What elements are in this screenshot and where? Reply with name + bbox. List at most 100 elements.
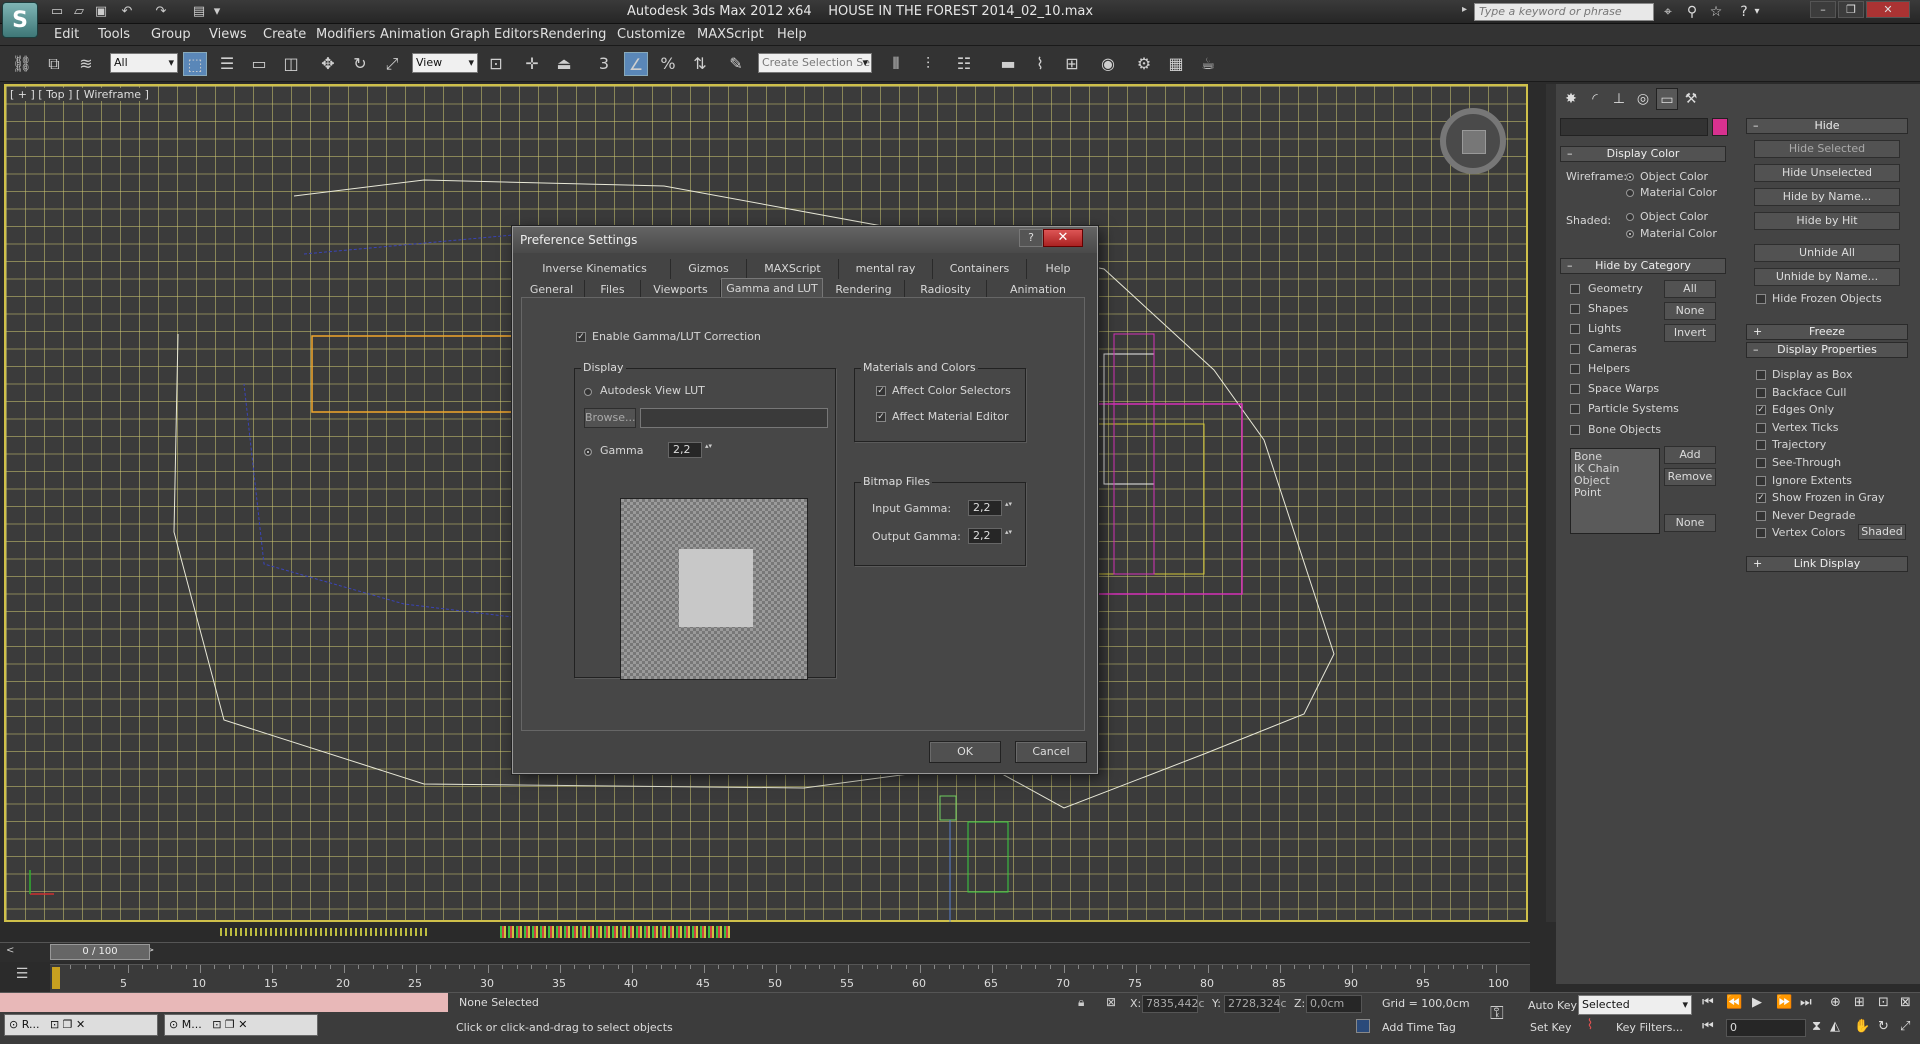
- ok-button[interactable]: OK: [929, 741, 1001, 763]
- dialog-close-button[interactable]: ✕: [1043, 229, 1083, 247]
- display-properties-rollout-header[interactable]: – Display Properties: [1746, 342, 1908, 358]
- key-mode-toggle-icon[interactable]: ⏮: [1702, 1019, 1714, 1034]
- render-setup-icon[interactable]: ⚙: [1132, 52, 1156, 76]
- schematic-view-icon[interactable]: ⊞: [1060, 52, 1084, 76]
- set-key-button[interactable]: Set Key: [1530, 1021, 1572, 1034]
- minimized-window-material[interactable]: ⊙ M... ⊡ ❐ ✕: [164, 1014, 318, 1036]
- spinner-snap-icon[interactable]: ⇅: [688, 52, 712, 76]
- modify-tab-icon[interactable]: ◜: [1584, 88, 1606, 110]
- menu-graph-editors[interactable]: Graph Editors: [450, 27, 539, 42]
- menu-animation[interactable]: Animation: [380, 27, 446, 42]
- previous-frame-icon[interactable]: ⏪: [1726, 995, 1742, 1010]
- display-property-checkbox[interactable]: [1756, 458, 1766, 468]
- shaded-material-color-radio[interactable]: [1626, 230, 1634, 238]
- display-property-checkbox[interactable]: [1756, 370, 1766, 380]
- display-property-checkbox[interactable]: [1756, 475, 1766, 486]
- go-to-end-icon[interactable]: ⏭: [1800, 995, 1812, 1010]
- time-tag-icon[interactable]: [1356, 1019, 1370, 1033]
- time-slider-track[interactable]: < >: [0, 942, 1530, 962]
- category-invert-button[interactable]: Invert: [1664, 324, 1716, 342]
- search-input[interactable]: Type a keyword or phrase: [1474, 3, 1654, 21]
- category-all-button[interactable]: All: [1664, 280, 1716, 298]
- gamma-radio[interactable]: [584, 448, 592, 456]
- autodesk-view-lut-radio[interactable]: [584, 388, 592, 396]
- select-by-name-icon[interactable]: ☰: [215, 52, 239, 76]
- time-slider[interactable]: 0 / 100: [50, 944, 150, 960]
- hide-lights-checkbox[interactable]: [1570, 324, 1580, 334]
- object-color-swatch[interactable]: [1712, 118, 1728, 136]
- undo-icon[interactable]: ↶: [118, 3, 136, 21]
- hide-by-hit-button[interactable]: Hide by Hit: [1754, 212, 1900, 230]
- pivot-center-icon[interactable]: ⊡: [484, 52, 508, 76]
- snaps-toggle-icon[interactable]: 3: [592, 52, 616, 76]
- key-filters-button[interactable]: Key Filters...: [1616, 1021, 1683, 1034]
- hierarchy-tab-icon[interactable]: ⊥: [1608, 88, 1630, 110]
- window-crossing-icon[interactable]: ◫: [279, 52, 303, 76]
- category-list-none-button[interactable]: None: [1664, 514, 1716, 532]
- display-tab-icon[interactable]: ▭: [1656, 88, 1678, 110]
- rectangular-selection-icon[interactable]: ▭: [247, 52, 271, 76]
- cancel-button[interactable]: Cancel: [1015, 741, 1087, 763]
- menu-rendering[interactable]: Rendering: [540, 27, 606, 42]
- menu-customize[interactable]: Customize: [617, 27, 685, 42]
- hide-bone-objects-checkbox[interactable]: [1570, 425, 1580, 435]
- pan-icon[interactable]: ✋: [1854, 1019, 1870, 1034]
- dialog-help-button[interactable]: ?: [1019, 229, 1043, 247]
- rendered-frame-window-icon[interactable]: ▦: [1164, 52, 1188, 76]
- auto-key-button[interactable]: Auto Key: [1528, 999, 1577, 1012]
- tab-help[interactable]: Help: [1027, 259, 1089, 279]
- y-coordinate-field[interactable]: 2728,324c: [1224, 995, 1287, 1013]
- redo-icon[interactable]: ↷: [152, 3, 170, 21]
- key-mode-select[interactable]: Selected: [1578, 995, 1692, 1015]
- manipulate-icon[interactable]: ✛: [520, 52, 544, 76]
- hide-space-warps-checkbox[interactable]: [1570, 384, 1580, 394]
- quick-access-dropdown-icon[interactable]: ▾: [212, 3, 222, 21]
- affect-material-editor-checkbox[interactable]: ✓: [876, 412, 886, 422]
- display-color-rollout-header[interactable]: – Display Color: [1560, 146, 1726, 162]
- category-list[interactable]: Bone IK Chain Object Point: [1570, 448, 1660, 534]
- zoom-icon[interactable]: ⊕: [1830, 995, 1841, 1010]
- unhide-all-button[interactable]: Unhide All: [1754, 244, 1900, 262]
- wireframe-object-color-radio[interactable]: [1626, 173, 1634, 181]
- display-property-checkbox[interactable]: [1756, 528, 1766, 539]
- angle-snap-icon[interactable]: ∠: [624, 52, 648, 76]
- next-frame-icon[interactable]: ⏩: [1776, 995, 1792, 1010]
- save-icon[interactable]: ▣: [92, 3, 110, 21]
- favorites-star-icon[interactable]: ☆: [1706, 2, 1726, 22]
- utilities-tab-icon[interactable]: ⚒: [1680, 88, 1702, 110]
- panel-splitter[interactable]: [1546, 84, 1556, 922]
- edit-named-selection-icon[interactable]: ✎: [724, 52, 748, 76]
- create-tab-icon[interactable]: ✸: [1560, 88, 1582, 110]
- curve-editor-icon[interactable]: ⌇: [1028, 52, 1052, 76]
- percent-snap-icon[interactable]: %: [656, 52, 680, 76]
- unlink-icon[interactable]: ⧉: [42, 52, 66, 76]
- viewport-label[interactable]: [ + ] [ Top ] [ Wireframe ]: [8, 88, 151, 101]
- hide-frozen-checkbox[interactable]: [1756, 294, 1766, 304]
- go-to-start-icon[interactable]: ⏮: [1702, 995, 1714, 1010]
- unhide-by-name-button[interactable]: Unhide by Name...: [1754, 268, 1900, 286]
- select-object-icon[interactable]: ⬚: [183, 52, 207, 76]
- minimize-icon[interactable]: –: [1810, 1, 1836, 18]
- add-time-tag-button[interactable]: Add Time Tag: [1382, 1021, 1456, 1034]
- hide-unselected-button[interactable]: Hide Unselected: [1754, 164, 1900, 182]
- affect-color-selectors-checkbox[interactable]: ✓: [876, 386, 886, 396]
- move-icon[interactable]: ✥: [316, 52, 340, 76]
- hide-by-category-rollout-header[interactable]: – Hide by Category: [1560, 258, 1726, 274]
- object-name-field[interactable]: [1560, 118, 1708, 136]
- mini-curve-editor-icon[interactable]: ☰: [10, 966, 34, 988]
- menu-edit[interactable]: Edit: [54, 27, 79, 42]
- tab-gizmos[interactable]: Gizmos: [671, 259, 747, 279]
- maximize-viewport-icon[interactable]: ⤢: [1900, 1019, 1910, 1034]
- category-add-button[interactable]: Add: [1664, 446, 1716, 464]
- tab-mental-ray[interactable]: mental ray: [839, 259, 933, 279]
- lut-path-field[interactable]: [640, 408, 828, 428]
- field-of-view-icon[interactable]: ◭: [1830, 1019, 1840, 1034]
- align-icon[interactable]: ⫶: [916, 52, 940, 76]
- time-prev-icon[interactable]: <: [6, 945, 14, 956]
- vertex-colors-shaded-button[interactable]: Shaded: [1858, 524, 1906, 540]
- selection-lock-icon[interactable]: 🔒︎: [1078, 995, 1084, 1010]
- rotate-icon[interactable]: ↻: [348, 52, 372, 76]
- minimized-window-render[interactable]: ⊙ R... ⊡ ❐ ✕: [4, 1014, 158, 1036]
- trackbar-keys[interactable]: [0, 924, 1530, 942]
- shaded-object-color-radio[interactable]: [1626, 213, 1634, 221]
